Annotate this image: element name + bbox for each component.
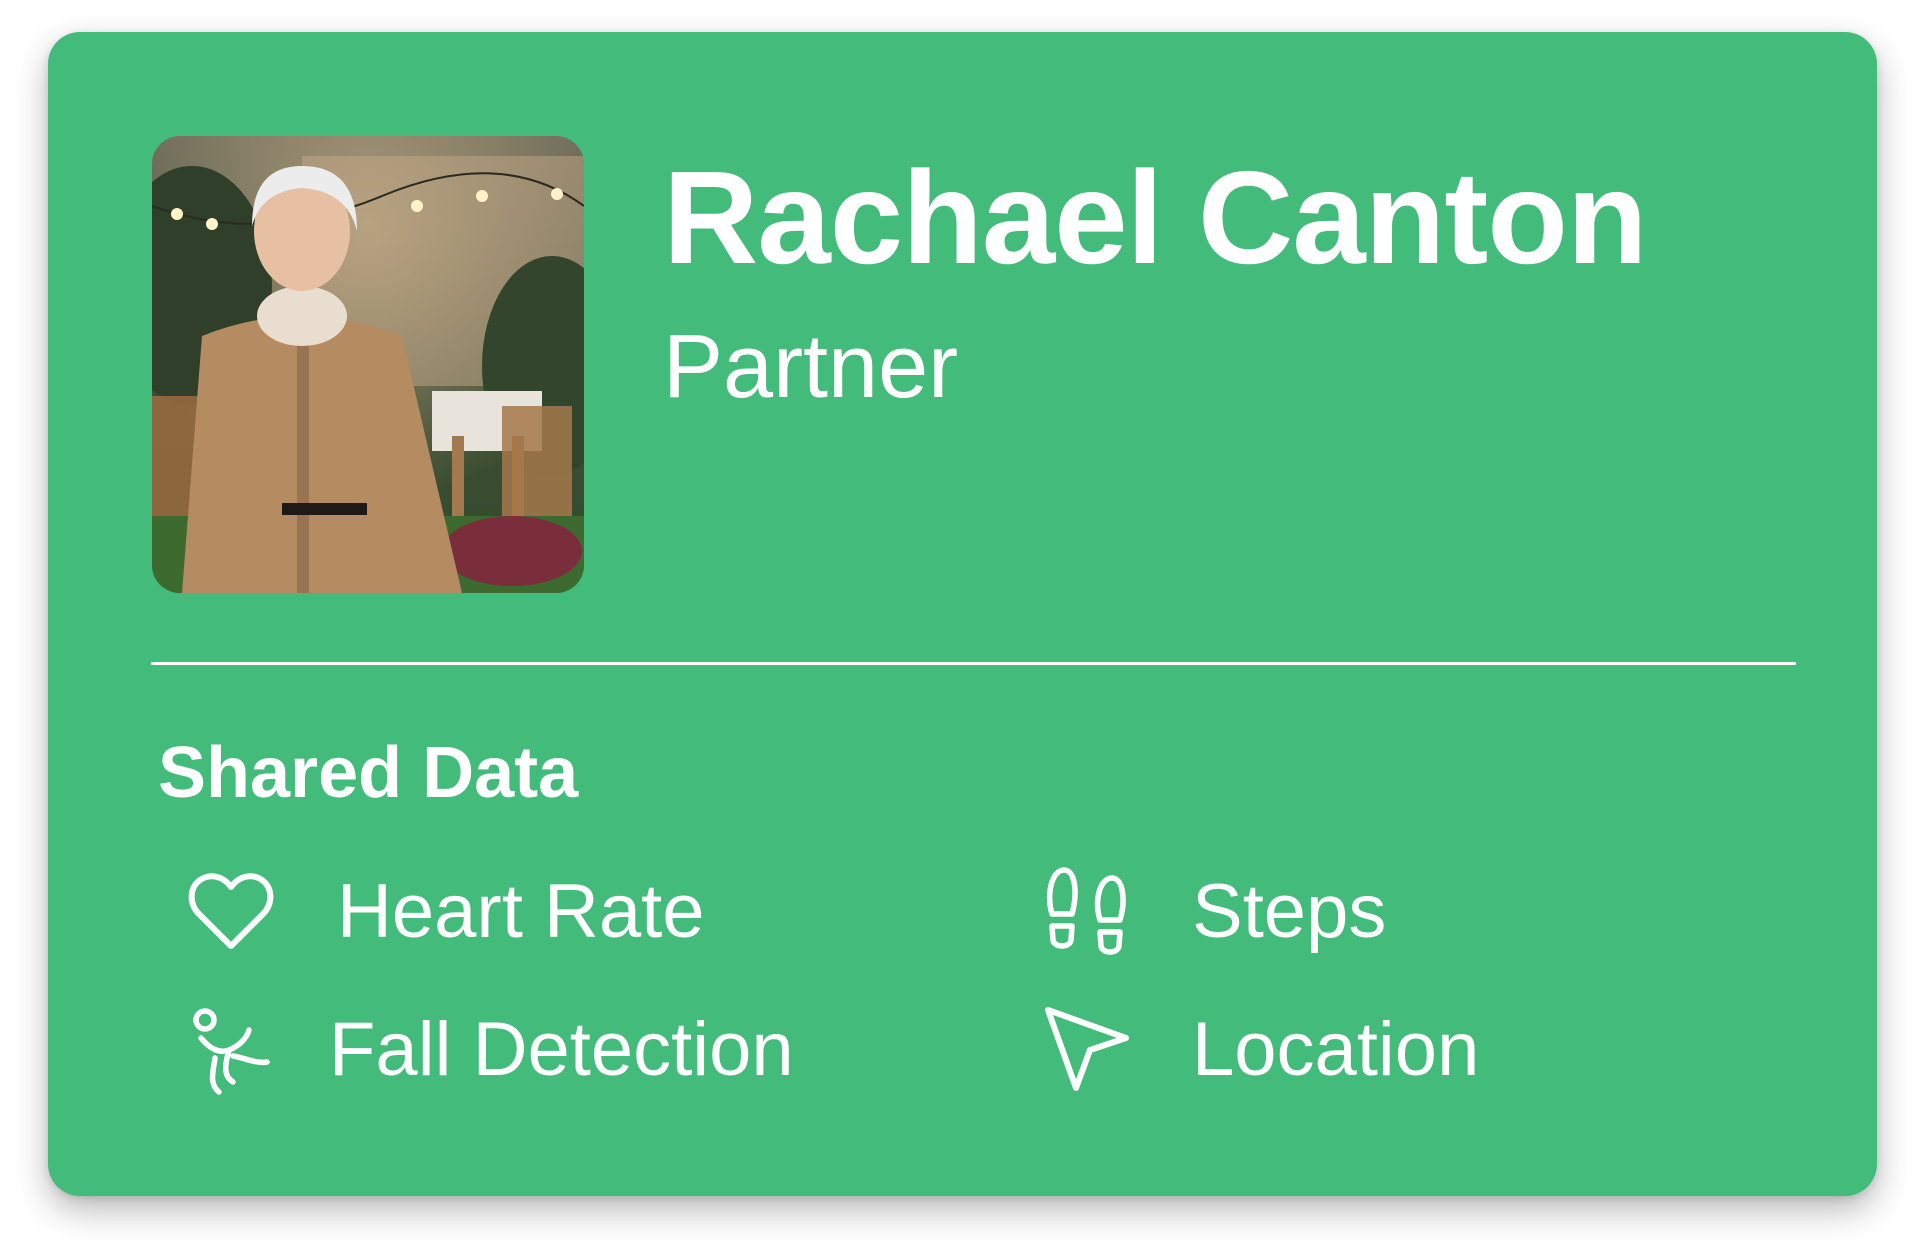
fall-detection-icon	[183, 1002, 279, 1098]
location-arrow-icon	[1038, 1002, 1134, 1098]
shared-item-fall-detection[interactable]: Fall Detection	[183, 1002, 794, 1098]
shared-item-location[interactable]: Location	[1038, 1002, 1479, 1098]
contact-name: Rachael Canton	[663, 144, 1648, 291]
shared-item-label: Fall Detection	[329, 1007, 794, 1092]
contact-relation: Partner	[663, 317, 959, 417]
contact-card[interactable]: Rachael Canton Partner Shared Data Heart…	[48, 32, 1877, 1196]
shared-item-label: Heart Rate	[337, 869, 705, 954]
shared-item-steps[interactable]: Steps	[1038, 864, 1386, 960]
footprints-icon	[1038, 864, 1134, 960]
shared-item-label: Steps	[1192, 869, 1387, 954]
heart-icon	[183, 864, 279, 960]
shared-item-label: Location	[1192, 1007, 1480, 1092]
avatar-photo	[152, 136, 584, 593]
shared-item-heart-rate[interactable]: Heart Rate	[183, 864, 705, 960]
avatar	[152, 136, 584, 593]
shared-data-title: Shared Data	[158, 733, 579, 813]
divider	[151, 662, 1796, 665]
